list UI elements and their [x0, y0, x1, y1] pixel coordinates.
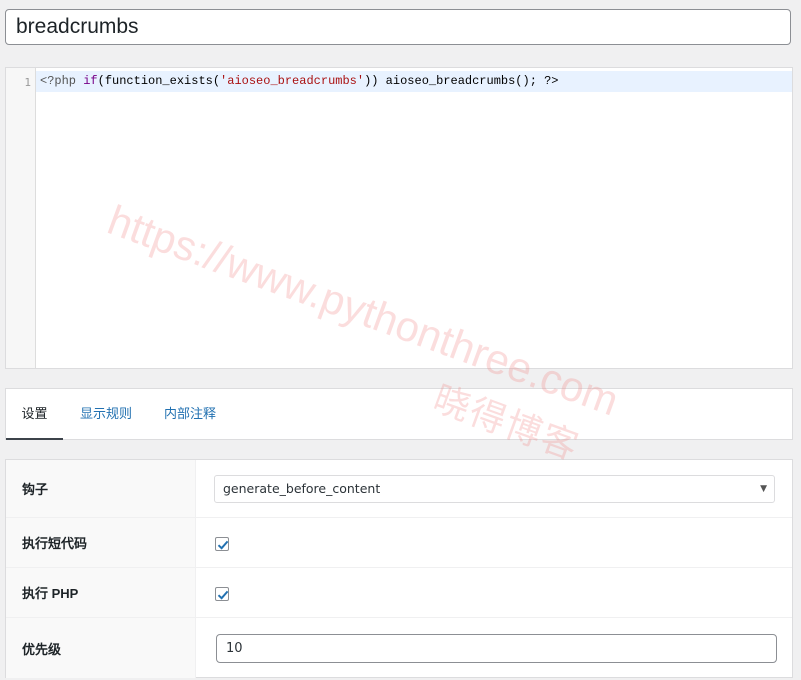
shortcodes-label: 执行短代码: [6, 518, 196, 567]
check-icon: [217, 590, 229, 600]
code-token-keyword: if: [83, 74, 98, 88]
settings-tabs: 设置 显示规则 内部注释: [5, 388, 793, 440]
code-editor[interactable]: 1 <?php if(function_exists('aioseo_bread…: [5, 67, 793, 369]
snippet-title-input[interactable]: breadcrumbs: [5, 9, 791, 45]
setting-row-php: 执行 PHP: [6, 568, 792, 618]
shortcodes-checkbox[interactable]: [215, 537, 229, 551]
code-token-string: 'aioseo_breadcrumbs': [220, 74, 365, 88]
setting-row-shortcodes: 执行短代码: [6, 518, 792, 568]
code-token-call-close: )) aioseo_breadcrumbs(); ?>: [364, 74, 559, 88]
hook-select[interactable]: generate_before_content ▼: [214, 475, 775, 503]
line-number: 1: [24, 76, 31, 89]
settings-table: 钩子 generate_before_content ▼ 执行短代码 执行 PH…: [5, 459, 793, 678]
priority-input[interactable]: 10: [216, 634, 777, 663]
hook-select-value: generate_before_content: [223, 481, 381, 496]
priority-label: 优先级: [6, 618, 196, 678]
tab-display-rules[interactable]: 显示规则: [80, 389, 132, 440]
code-line-1[interactable]: <?php if(function_exists('aioseo_breadcr…: [36, 71, 792, 92]
setting-row-priority: 优先级 10: [6, 618, 792, 678]
code-token-call-open: (function_exists(: [97, 74, 221, 88]
chevron-down-icon: ▼: [760, 484, 767, 494]
check-icon: [217, 540, 229, 550]
tab-internal-notes[interactable]: 内部注释: [164, 389, 216, 440]
code-token-open: <?php: [40, 74, 84, 88]
tab-settings[interactable]: 设置: [6, 389, 63, 440]
setting-row-hook: 钩子 generate_before_content ▼: [6, 460, 792, 518]
hook-label: 钩子: [6, 460, 196, 517]
editor-gutter: 1: [6, 68, 36, 368]
php-checkbox[interactable]: [215, 587, 229, 601]
php-label: 执行 PHP: [6, 568, 196, 617]
